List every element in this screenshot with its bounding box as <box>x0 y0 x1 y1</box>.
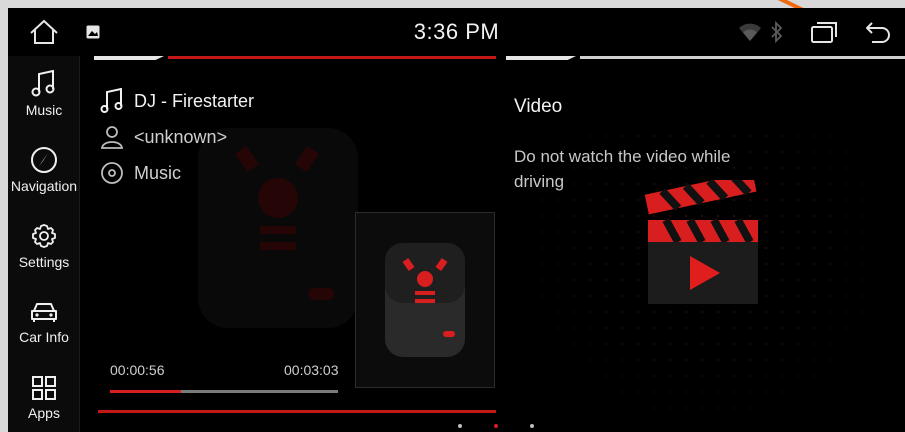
album-art[interactable] <box>355 212 495 388</box>
sidebar-item-label: Car Info <box>19 329 69 345</box>
sidebar-item-label: Navigation <box>10 178 78 194</box>
screenshot-canvas: 3:36 PM Music Navigation Settings Car In… <box>0 0 905 432</box>
album-art-backdrop <box>198 128 358 328</box>
music-device-icon <box>385 243 465 357</box>
person-icon <box>100 126 124 149</box>
page-indicator <box>8 420 905 432</box>
panel-header-indicator <box>88 56 496 62</box>
sidebar-item-label: Settings <box>18 254 70 270</box>
artist-row: <unknown> <box>100 122 227 152</box>
clapperboard-icon[interactable] <box>640 180 770 310</box>
bluetooth-icon <box>768 16 786 48</box>
video-title: Video <box>514 96 563 117</box>
progress-bar[interactable] <box>110 390 338 393</box>
music-note-icon <box>31 70 55 97</box>
panel-header-indicator <box>500 56 905 62</box>
video-widget[interactable]: Video Do not watch the video while drivi… <box>500 56 905 432</box>
sidebar-item-car-info[interactable]: Car Info <box>8 284 80 360</box>
elapsed-time: 00:00:56 <box>110 362 165 378</box>
status-bar: 3:36 PM <box>8 8 905 56</box>
page-dot[interactable] <box>458 424 462 428</box>
track-title: DJ - Firestarter <box>134 90 255 111</box>
album-name: Music <box>134 162 182 183</box>
sidebar-item-music[interactable]: Music <box>8 56 80 132</box>
back-icon[interactable] <box>860 16 896 48</box>
total-duration: 00:03:03 <box>284 362 339 378</box>
album-row: Music <box>100 158 181 188</box>
wifi-icon <box>736 16 764 48</box>
sidebar: Music Navigation Settings Car Info Apps <box>8 56 80 432</box>
recent-apps-icon[interactable] <box>806 16 842 48</box>
navigation-arrow-icon <box>31 147 57 173</box>
page-dot[interactable] <box>494 424 498 428</box>
music-note-icon <box>100 88 123 113</box>
artist-name: <unknown> <box>134 126 228 147</box>
music-widget[interactable]: DJ - Firestarter <unknown> Music 00:00:5… <box>88 56 496 432</box>
track-title-row: DJ - Firestarter <box>100 86 254 116</box>
gear-icon <box>32 224 56 248</box>
sidebar-item-label: Apps <box>28 405 60 421</box>
car-icon <box>31 303 57 322</box>
sidebar-item-settings[interactable]: Settings <box>8 208 80 284</box>
page-dot[interactable] <box>530 424 534 428</box>
head-unit-screen: 3:36 PM Music Navigation Settings Car In… <box>8 8 905 432</box>
apps-grid-icon <box>32 376 56 400</box>
music-panel-underline <box>98 410 496 413</box>
disc-icon <box>101 162 123 184</box>
sidebar-item-navigation[interactable]: Navigation <box>8 132 80 208</box>
progress-fill <box>110 390 181 393</box>
sidebar-item-label: Music <box>25 102 63 118</box>
